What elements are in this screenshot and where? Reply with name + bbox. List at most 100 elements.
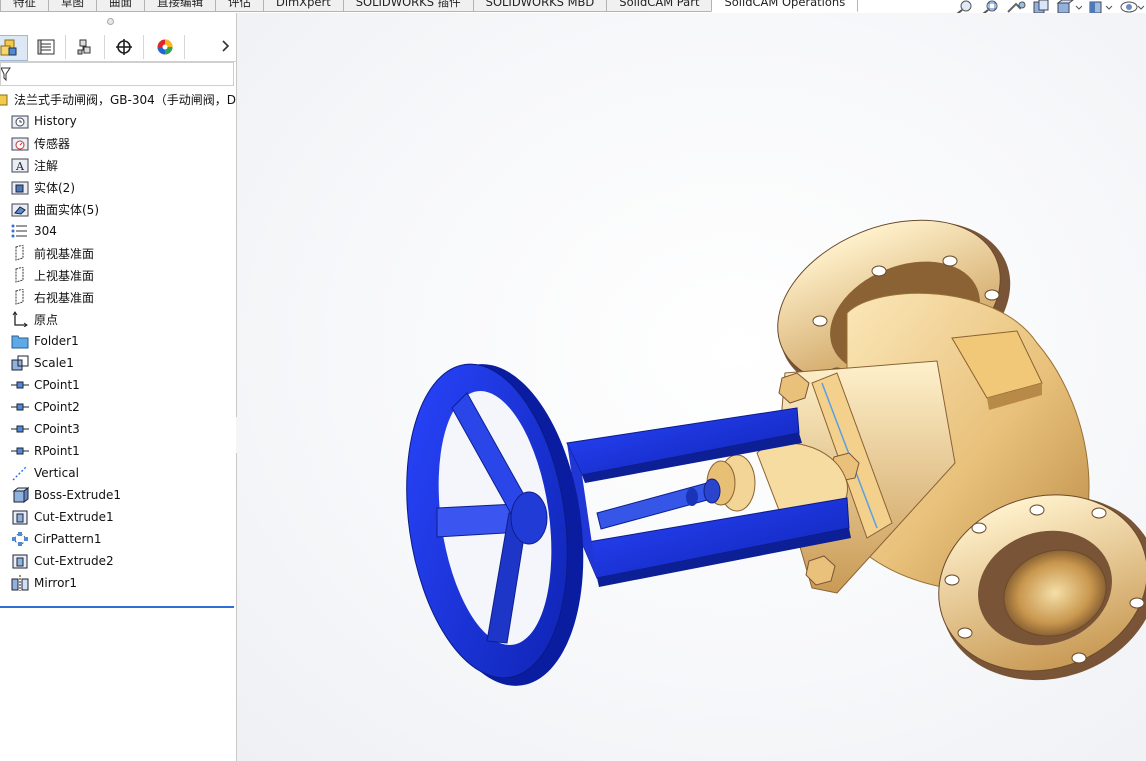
tree-item[interactable]: Folder1: [0, 330, 236, 352]
tree-item[interactable]: RPoint1: [0, 440, 236, 462]
tree-item[interactable]: 前视基准面: [0, 242, 236, 264]
tree-item[interactable]: CirPattern1: [0, 528, 236, 550]
tree-item[interactable]: 原点: [0, 308, 236, 330]
feature-filter-input[interactable]: [0, 62, 234, 86]
gate-valve-model[interactable]: [237, 13, 1146, 761]
tree-item[interactable]: 曲面实体(5): [0, 198, 236, 220]
command-tab[interactable]: SOLIDWORKS 插件: [342, 0, 474, 12]
tree-item[interactable]: CPoint1: [0, 374, 236, 396]
property-list-icon: [37, 39, 55, 55]
rollback-bar[interactable]: [0, 606, 234, 608]
configuration-icon: [77, 39, 91, 55]
section-view-icon[interactable]: [1032, 0, 1050, 13]
cut-extrude-icon: [10, 552, 30, 570]
point-icon: [10, 442, 30, 460]
tree-item-label: 前视基准面: [34, 246, 95, 261]
command-tab[interactable]: 评估: [215, 0, 264, 12]
valve-stem: [596, 478, 721, 530]
command-tab[interactable]: 草图: [48, 0, 97, 12]
circular-pattern-icon: [10, 530, 30, 548]
chevron-right-icon[interactable]: [218, 39, 232, 53]
cut-extrude-icon: [10, 508, 30, 526]
tree-item[interactable]: Scale1: [0, 352, 236, 374]
solid-bodies-folder-icon: [10, 178, 30, 196]
tree-item-label: 曲面实体(5): [34, 202, 99, 217]
tree-item[interactable]: Mirror1: [0, 572, 236, 594]
command-tab[interactable]: 特征: [0, 0, 49, 12]
previous-view-icon[interactable]: [1006, 0, 1026, 13]
plane-icon: [10, 266, 30, 284]
command-tab[interactable]: 曲面: [96, 0, 145, 12]
annotations-folder-icon: A: [10, 156, 30, 174]
tree-item[interactable]: Vertical: [0, 462, 236, 484]
command-tab[interactable]: SolidCAM Part: [606, 0, 713, 12]
hide-show-items-icon[interactable]: [1120, 0, 1146, 13]
command-tab[interactable]: DimXpert: [263, 0, 344, 12]
tree-item-label: Scale1: [34, 356, 74, 370]
display-style-icon[interactable]: [1088, 0, 1114, 13]
tree-item-label: History: [34, 114, 77, 128]
tree-item-label: Cut-Extrude2: [34, 554, 114, 568]
filter-funnel-icon: [1, 67, 11, 81]
property-manager-tab[interactable]: [27, 35, 66, 59]
appearance-sphere-icon: [157, 39, 173, 55]
zoom-to-fit-icon[interactable]: [954, 0, 974, 13]
tree-item-label: RPoint1: [34, 444, 80, 458]
tree-item[interactable]: CPoint3: [0, 418, 236, 440]
dimxpert-crosshair-icon: [116, 39, 132, 55]
tree-item[interactable]: CPoint2: [0, 396, 236, 418]
tree-item-label: Mirror1: [34, 576, 77, 590]
feature-manager-tab[interactable]: [0, 35, 28, 61]
heads-up-view-toolbar: [948, 0, 1146, 13]
plane-icon: [10, 244, 30, 262]
tree-item-label: CPoint3: [34, 422, 80, 436]
tree-item[interactable]: Cut-Extrude1: [0, 506, 236, 528]
tree-item[interactable]: History: [0, 110, 236, 132]
tree-item-label: 实体(2): [34, 180, 75, 195]
history-folder-icon: [10, 112, 30, 130]
tree-item[interactable]: 304: [0, 220, 236, 242]
view-orientation-icon[interactable]: [1056, 0, 1082, 13]
material-icon: [10, 222, 30, 240]
tree-item[interactable]: 实体(2): [0, 176, 236, 198]
configuration-manager-tab[interactable]: [66, 35, 105, 59]
tree-item-label: Boss-Extrude1: [34, 488, 121, 502]
point-icon: [10, 376, 30, 394]
tree-item[interactable]: Boss-Extrude1: [0, 484, 236, 506]
feature-manager-tabs: [0, 33, 236, 62]
handwheel: [406, 363, 584, 686]
command-tab[interactable]: SolidCAM Operations: [711, 0, 859, 12]
command-tab[interactable]: 直接编辑: [144, 0, 216, 12]
command-tab[interactable]: SOLIDWORKS MBD: [472, 0, 608, 12]
mirror-icon: [10, 574, 30, 592]
tree-item[interactable]: 上视基准面: [0, 264, 236, 286]
point-icon: [10, 398, 30, 416]
tree-root-part[interactable]: 法兰式手动闸阀，GB-304（手动闸阀，DI: [0, 88, 236, 110]
surface-bodies-folder-icon: [10, 200, 30, 218]
tree-item-label: Folder1: [34, 334, 79, 348]
part-icon: [0, 90, 11, 108]
tree-item[interactable]: 传感器: [0, 132, 236, 154]
plane-icon: [10, 288, 30, 306]
tree-item-label: 原点: [34, 312, 59, 327]
display-manager-tab[interactable]: [146, 35, 185, 59]
tree-item-label: CPoint1: [34, 378, 80, 392]
graphics-area[interactable]: [237, 13, 1146, 761]
panel-grip[interactable]: [107, 18, 114, 25]
tree-item[interactable]: 右视基准面: [0, 286, 236, 308]
point-icon: [10, 420, 30, 438]
tree-item[interactable]: A 注解: [0, 154, 236, 176]
origin-icon: [10, 310, 30, 328]
tree-item-label: Vertical: [34, 466, 79, 480]
feature-tree-icon: [0, 39, 17, 56]
tree-item[interactable]: Cut-Extrude2: [0, 550, 236, 572]
command-manager-tabs: 特征 草图 曲面 直接编辑 评估 DimXpert SOLIDWORKS 插件 SOLIDWO…: [0, 0, 1146, 13]
line-icon: [10, 464, 30, 482]
zoom-area-icon[interactable]: [980, 0, 1000, 13]
feature-tree: 法兰式手动闸阀，GB-304（手动闸阀，DI History 传感器 A 注解实体(2…: [0, 88, 236, 594]
boss-extrude-icon: [10, 486, 30, 504]
tree-item-label: 注解: [34, 158, 59, 173]
sensors-folder-icon: [10, 134, 30, 152]
dimxpert-manager-tab[interactable]: [105, 35, 144, 59]
tree-item-label: 右视基准面: [34, 290, 95, 305]
